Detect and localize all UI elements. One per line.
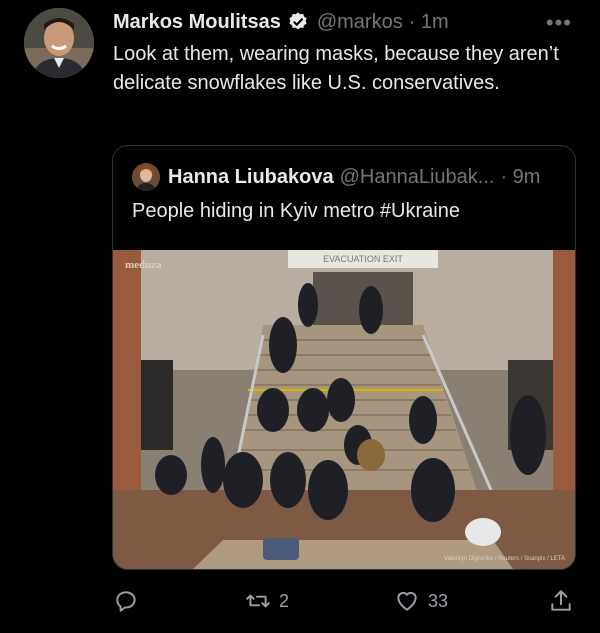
quoted-tweet-text: People hiding in Kyiv metro #Ukraine: [132, 200, 460, 222]
tweet-text: Look at them, wearing masks, because the…: [113, 43, 559, 94]
retweet-button[interactable]: 2: [245, 588, 289, 614]
heart-icon: [397, 591, 417, 611]
author-avatar[interactable]: [24, 8, 94, 78]
reply-button[interactable]: [113, 588, 139, 614]
tweet-header: Markos Moulitsas @markos · 1m: [113, 8, 580, 36]
quoted-author-avatar-photo: [132, 163, 160, 191]
quoted-author-name[interactable]: Hanna Liubakova: [168, 166, 334, 189]
quoted-author-handle[interactable]: @HannaLiubak...: [340, 166, 495, 189]
more-options-icon[interactable]: •••: [546, 10, 572, 36]
reply-icon: [116, 591, 136, 612]
tweet-actions: 2 33: [0, 588, 600, 618]
meduza-watermark: meduza: [125, 259, 162, 271]
retweet-icon: [246, 594, 270, 608]
evacuation-exit-sign: EVACUATION EXIT: [323, 254, 403, 264]
tweet-timestamp[interactable]: · 1m: [409, 11, 449, 34]
retweet-count: 2: [279, 590, 290, 611]
author-avatar-photo: [24, 8, 94, 78]
metro-photo[interactable]: EVACUATION EXIT meduza Valentyn Ogirenko…: [113, 250, 575, 569]
photo-credit: Valentyn Ogirenko / Reuters / Scanpix / …: [444, 556, 565, 562]
author-handle[interactable]: @markos: [317, 11, 403, 34]
quoted-tweet-timestamp[interactable]: · 9m: [500, 166, 540, 189]
like-count: 33: [428, 590, 449, 611]
quoted-tweet-header: Hanna Liubakova @HannaLiubak... · 9m: [132, 162, 540, 192]
quoted-tweet[interactable]: Hanna Liubakova @HannaLiubak... · 9m Peo…: [112, 145, 576, 570]
share-button[interactable]: [548, 588, 574, 614]
author-name[interactable]: Markos Moulitsas: [113, 11, 281, 34]
verified-badge-icon: [289, 12, 307, 30]
like-button[interactable]: 33: [394, 588, 448, 614]
share-icon: [551, 590, 571, 611]
quoted-author-avatar[interactable]: [132, 163, 160, 191]
